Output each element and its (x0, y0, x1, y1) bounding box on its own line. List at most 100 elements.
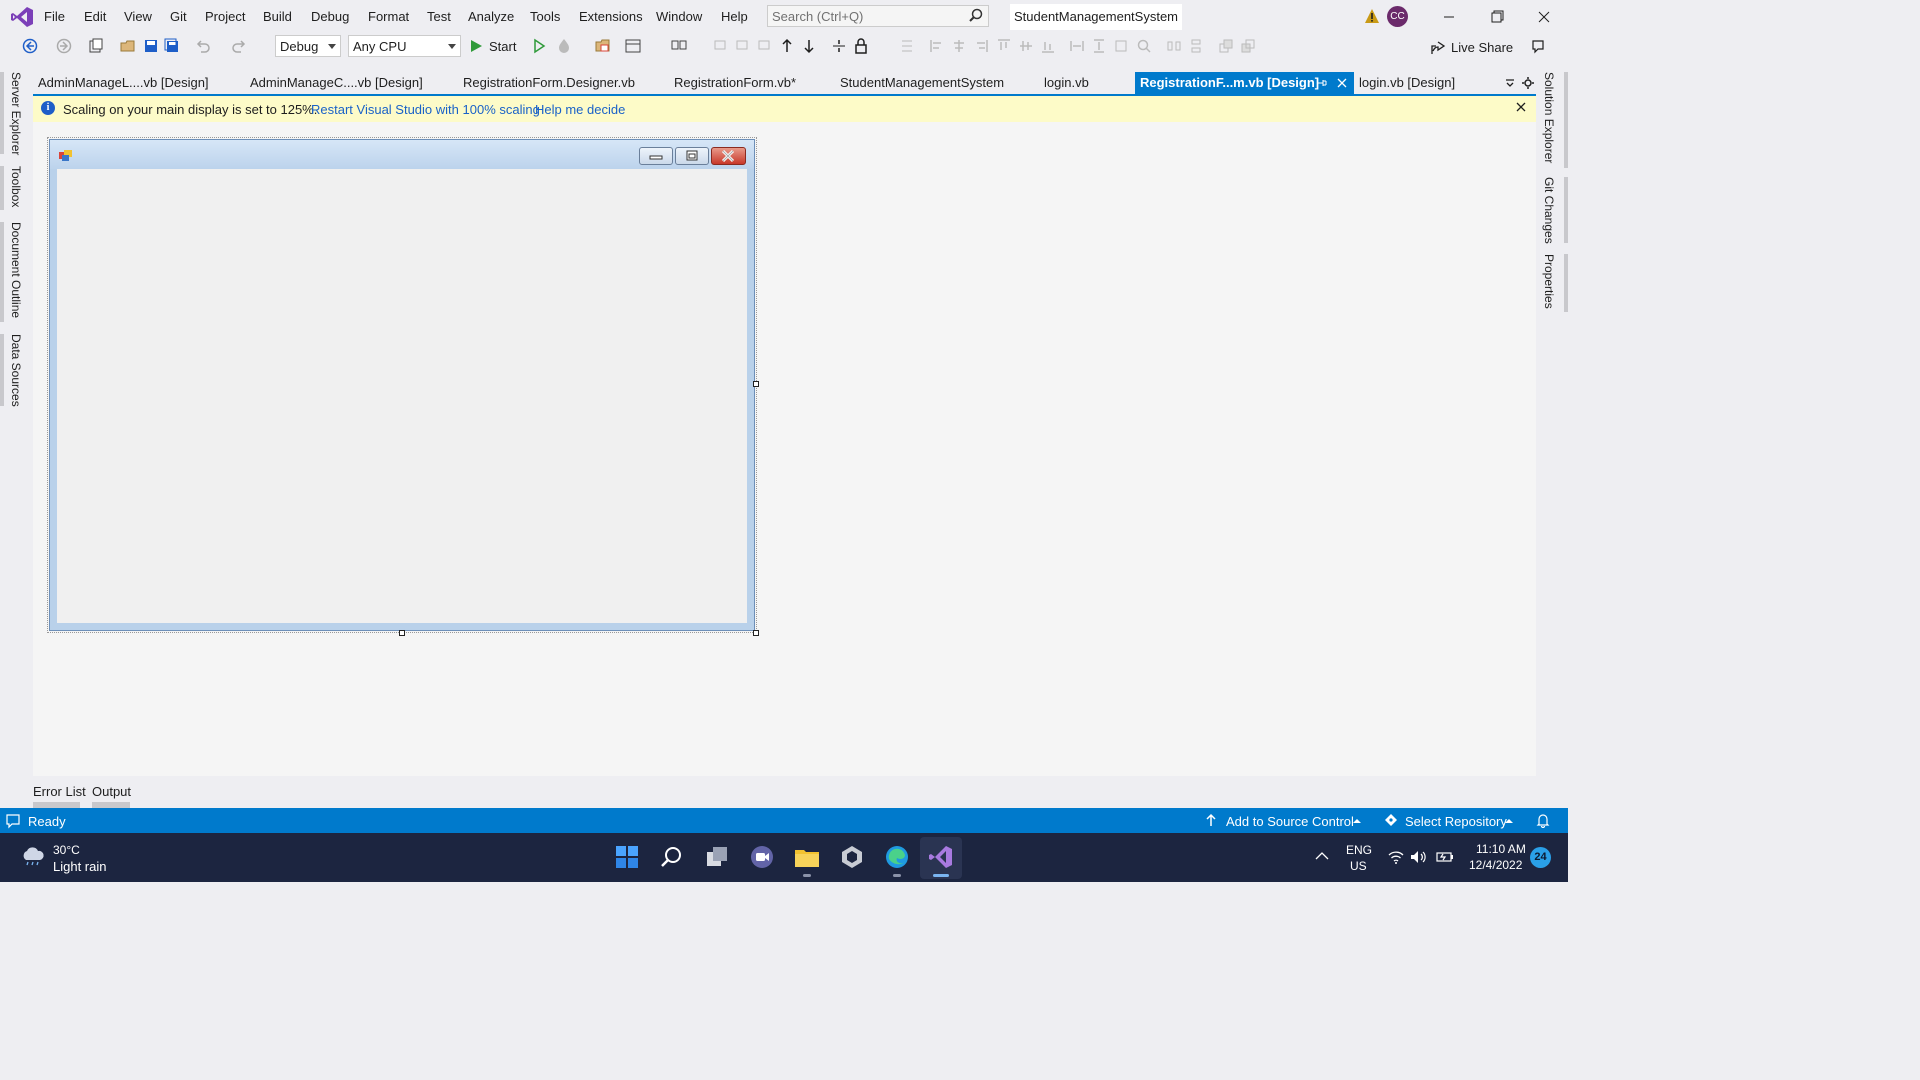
tab-registrationform-designer[interactable]: RegistrationForm.Designer.vb (463, 74, 635, 94)
avatar[interactable]: CC (1387, 6, 1408, 27)
new-project-icon[interactable] (88, 38, 104, 54)
open-file-icon[interactable] (120, 38, 136, 54)
restart-scaling-link[interactable]: Restart Visual Studio with 100% scaling (311, 102, 540, 117)
lock-controls-icon[interactable] (853, 38, 869, 54)
feedback-icon[interactable] (1530, 39, 1546, 55)
select-repository-button[interactable]: Select Repository (1405, 814, 1507, 829)
tab-registrationform-design-active[interactable]: RegistrationF...m.vb [Design] (1135, 72, 1354, 94)
document-outline-tab[interactable]: Document Outline (9, 222, 23, 318)
navigate-forward-icon[interactable] (56, 38, 72, 54)
align-lefts-icon[interactable] (713, 38, 729, 54)
edge-browser-icon[interactable] (883, 843, 911, 871)
cloud-rain-weather-icon[interactable] (20, 846, 46, 866)
wifi-icon[interactable] (1388, 850, 1404, 864)
menu-extensions[interactable]: Extensions (579, 9, 643, 24)
menu-project[interactable]: Project (205, 9, 245, 24)
clock-time[interactable]: 11:10 AM (1476, 842, 1526, 856)
align-centers-icon[interactable] (735, 38, 751, 54)
redo-icon[interactable] (231, 38, 247, 54)
tab-order-icon[interactable] (671, 38, 687, 54)
menu-view[interactable]: View (124, 9, 152, 24)
output-tab[interactable]: Output (92, 784, 131, 799)
menu-edit[interactable]: Edit (84, 9, 106, 24)
tab-overflow-dropdown-icon[interactable] (1504, 77, 1516, 89)
tab-settings-gear-icon[interactable] (1522, 77, 1534, 89)
make-same-size-icon[interactable] (1113, 38, 1129, 54)
menu-analyze[interactable]: Analyze (468, 9, 514, 24)
start-icon[interactable] (468, 38, 484, 54)
unity-hub-icon[interactable] (838, 843, 866, 871)
taskbar-search-icon[interactable] (658, 843, 686, 871)
warning-icon[interactable] (1364, 8, 1380, 24)
menu-test[interactable]: Test (427, 9, 451, 24)
size-to-grid-icon[interactable] (1136, 38, 1152, 54)
align-rights-icon[interactable] (757, 38, 773, 54)
bring-to-front-icon[interactable] (779, 38, 795, 54)
help-me-decide-link[interactable]: Help me decide (535, 102, 625, 117)
git-changes-tab[interactable]: Git Changes (1542, 177, 1556, 244)
clock-date[interactable]: 12/4/2022 (1469, 858, 1522, 872)
menu-file[interactable]: File (44, 9, 65, 24)
notification-count-badge[interactable]: 24 (1530, 847, 1551, 868)
horizontal-spacing-icon[interactable] (1166, 38, 1182, 54)
live-share-button[interactable]: Live Share (1451, 40, 1513, 55)
resize-handle-right[interactable] (753, 381, 759, 387)
make-same-width-icon[interactable] (1069, 38, 1085, 54)
language-indicator-bottom[interactable]: US (1350, 859, 1367, 873)
task-view-icon[interactable] (703, 843, 731, 871)
resize-handle-bottom[interactable] (399, 630, 405, 636)
language-indicator-top[interactable]: ENG (1346, 843, 1372, 857)
restore-window-icon[interactable] (1482, 6, 1512, 28)
tab-adminmanagel-design[interactable]: AdminManageL....vb [Design] (38, 74, 209, 94)
layout-icon[interactable] (625, 38, 641, 54)
hot-reload-icon[interactable] (556, 38, 572, 54)
save-all-icon[interactable] (164, 38, 180, 54)
server-explorer-tab[interactable]: Server Explorer (9, 72, 23, 155)
solution-explorer-tab[interactable]: Solution Explorer (1542, 72, 1556, 163)
pin-tab-icon[interactable] (1316, 77, 1328, 89)
make-same-height-icon[interactable] (1091, 38, 1107, 54)
tab-login-vb[interactable]: login.vb (1044, 74, 1089, 94)
menu-help[interactable]: Help (721, 9, 748, 24)
minimize-window-icon[interactable] (1434, 6, 1464, 28)
bring-forward-icon[interactable] (1218, 38, 1234, 54)
undo-icon[interactable] (195, 38, 211, 54)
menu-build[interactable]: Build (263, 9, 292, 24)
form-client-area[interactable] (57, 169, 747, 623)
save-icon[interactable] (143, 38, 159, 54)
battery-icon[interactable] (1436, 850, 1454, 864)
volume-icon[interactable] (1410, 850, 1426, 864)
show-hidden-icons-chevron-icon[interactable] (1314, 850, 1330, 862)
form-close-button[interactable] (711, 147, 746, 165)
close-window-icon[interactable] (1529, 6, 1559, 28)
form-maximize-button[interactable] (675, 147, 709, 165)
close-info-bar-icon[interactable] (1514, 100, 1528, 114)
search-input[interactable]: Search (Ctrl+Q) (767, 5, 989, 27)
send-to-back-icon[interactable] (801, 38, 817, 54)
browse-folder-icon[interactable] (595, 38, 611, 54)
align-center-icon[interactable] (951, 38, 967, 54)
resize-handle-bottom-right[interactable] (753, 630, 759, 636)
form-minimize-button[interactable] (639, 147, 673, 165)
notifications-bell-icon[interactable] (1536, 813, 1550, 828)
menu-format[interactable]: Format (368, 9, 409, 24)
teams-chat-icon[interactable] (748, 843, 776, 871)
windows-start-icon[interactable] (613, 843, 641, 871)
close-tab-icon[interactable] (1336, 77, 1348, 89)
align-middle-icon[interactable] (1018, 38, 1034, 54)
data-sources-tab[interactable]: Data Sources (9, 334, 23, 407)
tab-studentmanagementsystem[interactable]: StudentManagementSystem (840, 74, 1004, 94)
visual-studio-taskbar-icon[interactable] (927, 843, 955, 871)
add-to-source-control-button[interactable]: Add to Source Control (1226, 814, 1354, 829)
menu-git[interactable]: Git (170, 9, 187, 24)
start-without-debugging-icon[interactable] (531, 38, 547, 54)
align-left-icon[interactable] (929, 38, 945, 54)
navigate-back-icon[interactable] (22, 38, 38, 54)
menu-window[interactable]: Window (656, 9, 702, 24)
start-button[interactable]: Start (489, 39, 516, 54)
align-right-icon[interactable] (973, 38, 989, 54)
center-vertically-icon[interactable] (831, 38, 847, 54)
tab-login-design[interactable]: login.vb [Design] (1359, 74, 1455, 94)
vertical-spacing-icon[interactable] (1188, 38, 1204, 54)
send-backward-icon[interactable] (1240, 38, 1256, 54)
